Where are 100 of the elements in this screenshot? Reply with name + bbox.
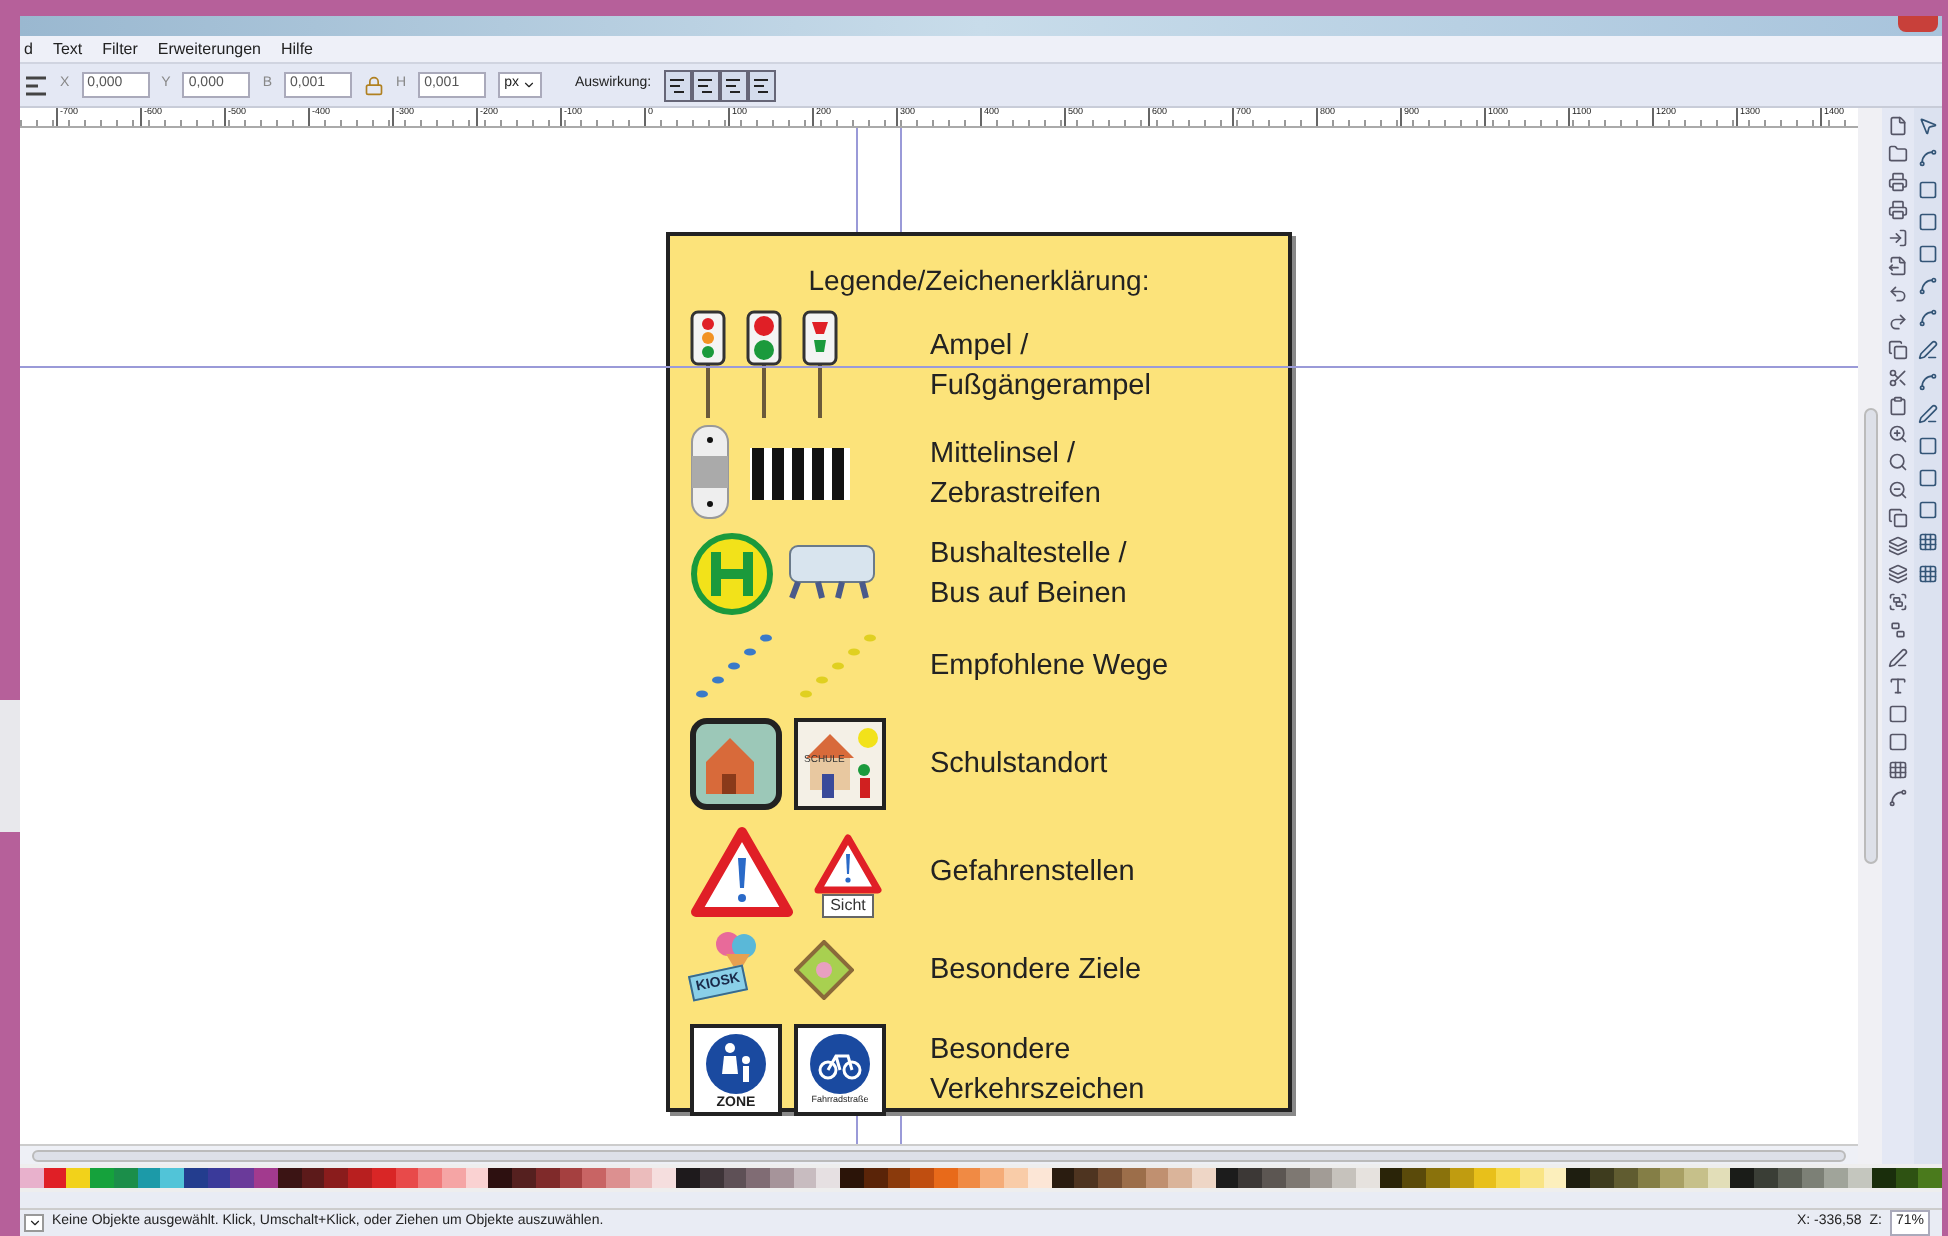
color-swatch[interactable]: [559, 1168, 583, 1188]
pointer-icon[interactable]: [1918, 116, 1938, 136]
pen-icon[interactable]: [1918, 340, 1938, 360]
curve-icon[interactable]: [1918, 308, 1938, 328]
printer-icon[interactable]: [1888, 172, 1908, 192]
color-swatch[interactable]: [1051, 1168, 1075, 1188]
color-swatch[interactable]: [1613, 1168, 1638, 1188]
curve-icon[interactable]: [1918, 276, 1938, 296]
color-swatch[interactable]: [160, 1168, 185, 1188]
color-swatch[interactable]: [1824, 1168, 1849, 1188]
color-swatch[interactable]: [863, 1168, 888, 1188]
node-icon[interactable]: [1888, 788, 1908, 808]
color-swatch[interactable]: [1473, 1168, 1497, 1188]
color-swatch[interactable]: [980, 1168, 1005, 1188]
color-swatch[interactable]: [1871, 1168, 1895, 1188]
color-swatch[interactable]: [1074, 1168, 1099, 1188]
fill-stroke-icon[interactable]: [1888, 648, 1908, 668]
menu-item[interactable]: Hilfe: [281, 37, 314, 61]
color-swatch[interactable]: [1754, 1168, 1778, 1188]
copy-icon[interactable]: [1888, 340, 1908, 360]
horizontal-scrollbar[interactable]: [32, 1149, 1846, 1161]
layers-icon[interactable]: [1888, 564, 1908, 584]
color-swatch[interactable]: [324, 1168, 349, 1188]
color-swatch[interactable]: [1684, 1168, 1708, 1188]
layer-dropdown[interactable]: [24, 1214, 44, 1232]
color-swatch[interactable]: [1332, 1168, 1356, 1188]
color-swatch[interactable]: [1707, 1168, 1731, 1188]
color-swatch[interactable]: [629, 1168, 653, 1188]
transform-toggle-button[interactable]: [691, 69, 720, 101]
color-swatch[interactable]: [1520, 1168, 1544, 1188]
color-swatch[interactable]: [887, 1168, 911, 1188]
color-swatch[interactable]: [488, 1168, 513, 1188]
color-swatch[interactable]: [1566, 1168, 1591, 1188]
color-swatch[interactable]: [348, 1168, 372, 1188]
color-swatch[interactable]: [1496, 1168, 1520, 1188]
color-swatch[interactable]: [254, 1168, 278, 1188]
color-swatch[interactable]: [301, 1168, 325, 1188]
color-swatch[interactable]: [1121, 1168, 1145, 1188]
color-swatch[interactable]: [43, 1168, 67, 1188]
text-icon[interactable]: [1888, 676, 1908, 696]
color-swatch[interactable]: [1004, 1168, 1028, 1188]
vertical-scrollbar[interactable]: [1863, 408, 1877, 864]
color-swatch[interactable]: [699, 1168, 724, 1188]
transform-toggle-button[interactable]: [719, 69, 748, 101]
color-swatch[interactable]: [1801, 1168, 1825, 1188]
clipboard-icon[interactable]: [1888, 396, 1908, 416]
color-swatch[interactable]: [1355, 1168, 1380, 1188]
zoom-icon[interactable]: [1888, 452, 1908, 472]
close-button[interactable]: [1898, 16, 1938, 32]
color-swatch[interactable]: [371, 1168, 395, 1188]
color-swatch[interactable]: [910, 1168, 935, 1188]
color-swatch[interactable]: [1449, 1168, 1474, 1188]
color-swatch[interactable]: [723, 1168, 747, 1188]
grid-icon[interactable]: [1888, 760, 1908, 780]
transform-toggle-button[interactable]: [747, 69, 776, 101]
redo-icon[interactable]: [1888, 312, 1908, 332]
color-swatch[interactable]: [395, 1168, 419, 1188]
color-swatch[interactable]: [1426, 1168, 1450, 1188]
color-swatch[interactable]: [512, 1168, 536, 1188]
export-icon[interactable]: [1888, 256, 1908, 276]
color-swatch[interactable]: [605, 1168, 630, 1188]
ungroup-icon[interactable]: [1888, 620, 1908, 640]
menu-item[interactable]: Filter: [102, 37, 138, 61]
menu-item[interactable]: Erweiterungen: [157, 37, 261, 61]
color-swatch[interactable]: [1848, 1168, 1872, 1188]
color-swatch[interactable]: [1895, 1168, 1919, 1188]
color-swatch[interactable]: [535, 1168, 560, 1188]
curve-icon[interactable]: [1918, 372, 1938, 392]
color-swatch[interactable]: [816, 1168, 841, 1188]
color-swatch[interactable]: [1309, 1168, 1333, 1188]
color-swatch[interactable]: [113, 1168, 138, 1188]
color-swatch[interactable]: [746, 1168, 770, 1188]
color-swatch[interactable]: [1379, 1168, 1403, 1188]
color-swatch[interactable]: [1215, 1168, 1239, 1188]
menu-item[interactable]: d: [24, 37, 33, 61]
transform-toggle-button[interactable]: [663, 69, 692, 101]
color-swatch[interactable]: [1262, 1168, 1286, 1188]
group-icon[interactable]: [1888, 592, 1908, 612]
color-swatch[interactable]: [230, 1168, 255, 1188]
color-swatch[interactable]: [1285, 1168, 1310, 1188]
color-swatch[interactable]: [934, 1168, 958, 1188]
color-swatch[interactable]: [465, 1168, 489, 1188]
node-icon[interactable]: [1918, 148, 1938, 168]
grid-icon[interactable]: [1918, 532, 1938, 552]
color-swatch[interactable]: [793, 1168, 817, 1188]
color-swatch[interactable]: [582, 1168, 606, 1188]
color-swatch[interactable]: [1730, 1168, 1755, 1188]
color-swatch[interactable]: [1168, 1168, 1192, 1188]
printer-icon[interactable]: [1888, 200, 1908, 220]
color-swatch[interactable]: [770, 1168, 794, 1188]
layers-icon[interactable]: [1888, 536, 1908, 556]
duplicate-icon[interactable]: [1888, 508, 1908, 528]
color-swatch[interactable]: [1145, 1168, 1169, 1188]
undo-icon[interactable]: [1888, 284, 1908, 304]
color-swatch[interactable]: [418, 1168, 442, 1188]
color-swatch[interactable]: [184, 1168, 208, 1188]
color-swatch[interactable]: [1918, 1168, 1942, 1188]
document-icon[interactable]: [1888, 116, 1908, 136]
color-swatch[interactable]: [840, 1168, 864, 1188]
color-swatch[interactable]: [66, 1168, 91, 1188]
